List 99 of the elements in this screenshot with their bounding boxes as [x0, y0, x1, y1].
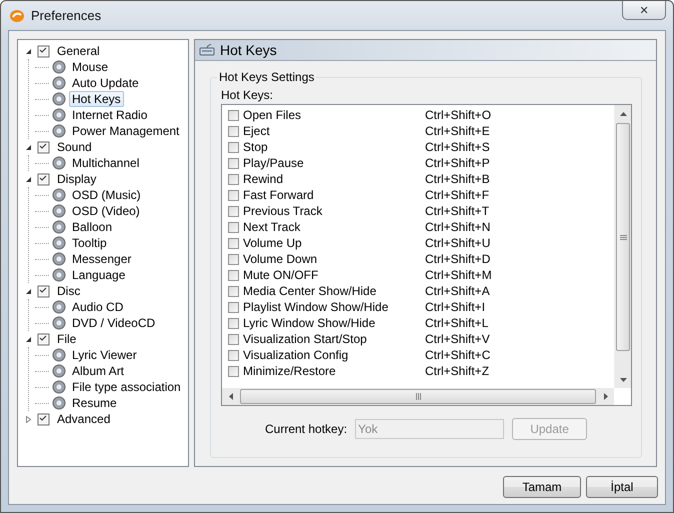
key-combination: Ctrl+Shift+D — [425, 252, 492, 266]
key-combination: Ctrl+Shift+U — [425, 236, 492, 250]
expand-arrow-icon[interactable] — [24, 416, 32, 422]
key-combination: Ctrl+Shift+P — [425, 156, 491, 170]
tree-item[interactable]: Disc — [54, 283, 84, 299]
action-name: Stop — [243, 140, 268, 154]
tree-item[interactable]: File type association — [69, 379, 184, 395]
app-logo-icon — [9, 8, 25, 24]
current-hotkey-label: Current hotkey: — [265, 422, 348, 436]
tree-item[interactable]: General — [54, 43, 103, 59]
key-combination: Ctrl+Shift+S — [425, 140, 491, 154]
key-combination: Ctrl+Shift+I — [425, 300, 486, 314]
tree-item[interactable]: Tooltip — [69, 235, 110, 251]
checkbox[interactable] — [228, 238, 239, 248]
tree-item[interactable]: Multichannel — [69, 155, 142, 171]
horizontal-scrollbar[interactable] — [222, 388, 614, 405]
action-name: Rewind — [243, 172, 284, 186]
action-name: Lyric Window Show/Hide — [243, 316, 376, 330]
tree-item[interactable]: Power Management — [69, 123, 182, 139]
checkbox[interactable] — [228, 126, 239, 136]
key-combination: Ctrl+Shift+Z — [425, 364, 490, 378]
dialog-button[interactable]: Tamam — [503, 476, 581, 498]
action-name: Fast Forward — [243, 188, 314, 202]
tree-item[interactable]: Language — [69, 267, 128, 283]
checkbox[interactable] — [228, 286, 239, 296]
tree-item[interactable]: Display — [54, 171, 100, 187]
action-name: Volume Down — [243, 252, 318, 266]
tree-item[interactable]: Resume — [69, 395, 120, 411]
tree-item[interactable]: Audio CD — [69, 299, 126, 315]
checkbox[interactable] — [228, 318, 239, 328]
checkbox[interactable] — [228, 350, 239, 360]
key-combination: Ctrl+Shift+V — [425, 332, 491, 346]
collapse-arrow-icon[interactable] — [24, 144, 32, 150]
checkbox[interactable] — [228, 142, 239, 152]
action-name: Visualization Start/Stop — [243, 332, 367, 346]
tree-item[interactable]: DVD / VideoCD — [69, 315, 158, 331]
action-name: Media Center Show/Hide — [243, 284, 376, 298]
grip-icon — [416, 393, 420, 400]
list-label: Hot Keys: — [221, 88, 274, 102]
key-combination: Ctrl+Shift+C — [425, 348, 492, 362]
action-name: Minimize/Restore — [243, 364, 336, 378]
window-title: Preferences — [31, 8, 102, 23]
tree-item[interactable]: Messenger — [69, 251, 134, 267]
checkbox[interactable] — [228, 206, 239, 216]
key-combination: Ctrl+Shift+A — [425, 284, 491, 298]
action-name: Open Files — [243, 108, 302, 122]
tree-item[interactable]: File — [54, 331, 80, 347]
collapse-arrow-icon[interactable] — [24, 288, 32, 294]
action-name: Previous Track — [243, 204, 322, 218]
checkbox[interactable] — [228, 190, 239, 200]
key-combination: Ctrl+Shift+N — [425, 220, 492, 234]
action-name: Play/Pause — [243, 156, 304, 170]
tree-item[interactable]: Lyric Viewer — [69, 347, 140, 363]
close-button[interactable]: ✕ — [622, 1, 666, 20]
tree-item[interactable]: Internet Radio — [69, 107, 150, 123]
checkbox[interactable] — [228, 174, 239, 184]
action-name: Mute ON/OFF — [243, 268, 318, 282]
tree-item[interactable]: Mouse — [69, 59, 112, 75]
checkbox[interactable] — [228, 222, 239, 232]
action-name: Eject — [243, 124, 270, 138]
scroll-up-arrow-icon[interactable] — [620, 112, 626, 116]
tree-item[interactable]: Auto Update — [69, 75, 142, 91]
action-name: Playlist Window Show/Hide — [243, 300, 388, 314]
tree-item[interactable]: OSD (Music) — [69, 187, 144, 203]
key-combination: Ctrl+Shift+L — [425, 316, 490, 330]
tree-item[interactable]: Hot Keys — [69, 91, 124, 107]
tree-item[interactable]: OSD (Video) — [69, 203, 143, 219]
tree-item[interactable]: Balloon — [69, 219, 116, 235]
key-combination: Ctrl+Shift+F — [425, 188, 490, 202]
action-name: Visualization Config — [243, 348, 348, 362]
dialog-button[interactable]: İptal — [586, 476, 658, 498]
collapse-arrow-icon[interactable] — [24, 48, 32, 54]
checkbox[interactable] — [228, 334, 239, 344]
keyboard-icon — [199, 44, 215, 56]
tree-item[interactable]: Album Art — [69, 363, 128, 379]
checkbox[interactable] — [228, 158, 239, 168]
scroll-right-arrow-icon[interactable] — [604, 393, 608, 400]
vertical-scrollbar[interactable] — [614, 105, 631, 388]
tree-item[interactable]: Sound — [54, 139, 95, 155]
tree-item[interactable]: Advanced — [54, 411, 114, 427]
key-combination: Ctrl+Shift+T — [425, 204, 490, 218]
collapse-arrow-icon[interactable] — [24, 336, 32, 342]
key-combination: Ctrl+Shift+M — [425, 268, 493, 282]
checkbox[interactable] — [228, 270, 239, 280]
checkbox[interactable] — [228, 110, 239, 120]
scroll-left-arrow-icon[interactable] — [228, 393, 232, 400]
group-title: Hot Keys Settings — [217, 70, 316, 84]
checkbox[interactable] — [228, 254, 239, 264]
key-combination: Ctrl+Shift+E — [425, 124, 491, 138]
key-combination: Ctrl+Shift+O — [425, 108, 492, 122]
scroll-down-arrow-icon[interactable] — [620, 378, 626, 382]
action-name: Next Track — [243, 220, 300, 234]
key-combination: Ctrl+Shift+B — [425, 172, 491, 186]
collapse-arrow-icon[interactable] — [24, 176, 32, 182]
grip-icon — [620, 234, 626, 240]
action-name: Volume Up — [243, 236, 302, 250]
panel-title: Hot Keys — [220, 42, 277, 58]
checkbox[interactable] — [228, 302, 239, 312]
checkbox[interactable] — [228, 366, 239, 376]
